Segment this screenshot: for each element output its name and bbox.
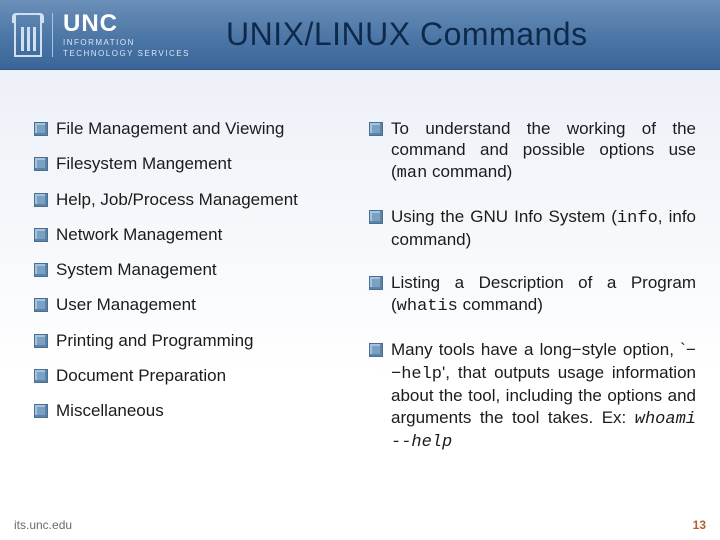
text: Many tools have a long−style option, ` (391, 340, 686, 359)
list-item: Many tools have a long−style option, `−−… (369, 339, 696, 453)
list-item: Filesystem Mangement (34, 153, 349, 174)
list-item: To understand the working of the command… (369, 118, 696, 184)
list-item: File Management and Viewing (34, 118, 349, 139)
logo-divider (52, 13, 53, 57)
list-item: Document Preparation (34, 365, 349, 386)
right-list: To understand the working of the command… (369, 118, 696, 453)
brand-subtitle-1: INFORMATION (63, 38, 190, 47)
list-item: Using the GNU Info System (info, info co… (369, 206, 696, 251)
text: command) (427, 162, 512, 181)
right-column: To understand the working of the command… (369, 118, 696, 475)
list-item: User Management (34, 294, 349, 315)
brand-subtitle-2: TECHNOLOGY SERVICES (63, 49, 190, 58)
list-item: System Management (34, 259, 349, 280)
list-item: Help, Job/Process Management (34, 189, 349, 210)
pillar-icon (14, 13, 42, 57)
list-item: Miscellaneous (34, 400, 349, 421)
slide-title: UNIX/LINUX Commands (214, 16, 706, 53)
footer-site: its.unc.edu (14, 518, 72, 532)
text: Using the GNU Info System ( (391, 207, 617, 226)
code-text: info (617, 209, 658, 228)
text: command) (458, 295, 543, 314)
brand-text: UNC INFORMATION TECHNOLOGY SERVICES (63, 12, 190, 58)
list-item: Listing a Description of a Program (what… (369, 272, 696, 317)
slide-footer: its.unc.edu 13 (14, 518, 706, 532)
left-list: File Management and Viewing Filesystem M… (34, 118, 349, 421)
brand-block: UNC INFORMATION TECHNOLOGY SERVICES (14, 12, 214, 58)
slide-header: UNC INFORMATION TECHNOLOGY SERVICES UNIX… (0, 0, 720, 70)
list-item: Printing and Programming (34, 330, 349, 351)
code-text: whatis (397, 297, 458, 316)
list-item: Network Management (34, 224, 349, 245)
page-number: 13 (693, 518, 706, 532)
slide-body: File Management and Viewing Filesystem M… (0, 70, 720, 475)
left-column: File Management and Viewing Filesystem M… (34, 118, 349, 475)
brand-name: UNC (63, 12, 190, 36)
code-text: man (397, 164, 428, 183)
